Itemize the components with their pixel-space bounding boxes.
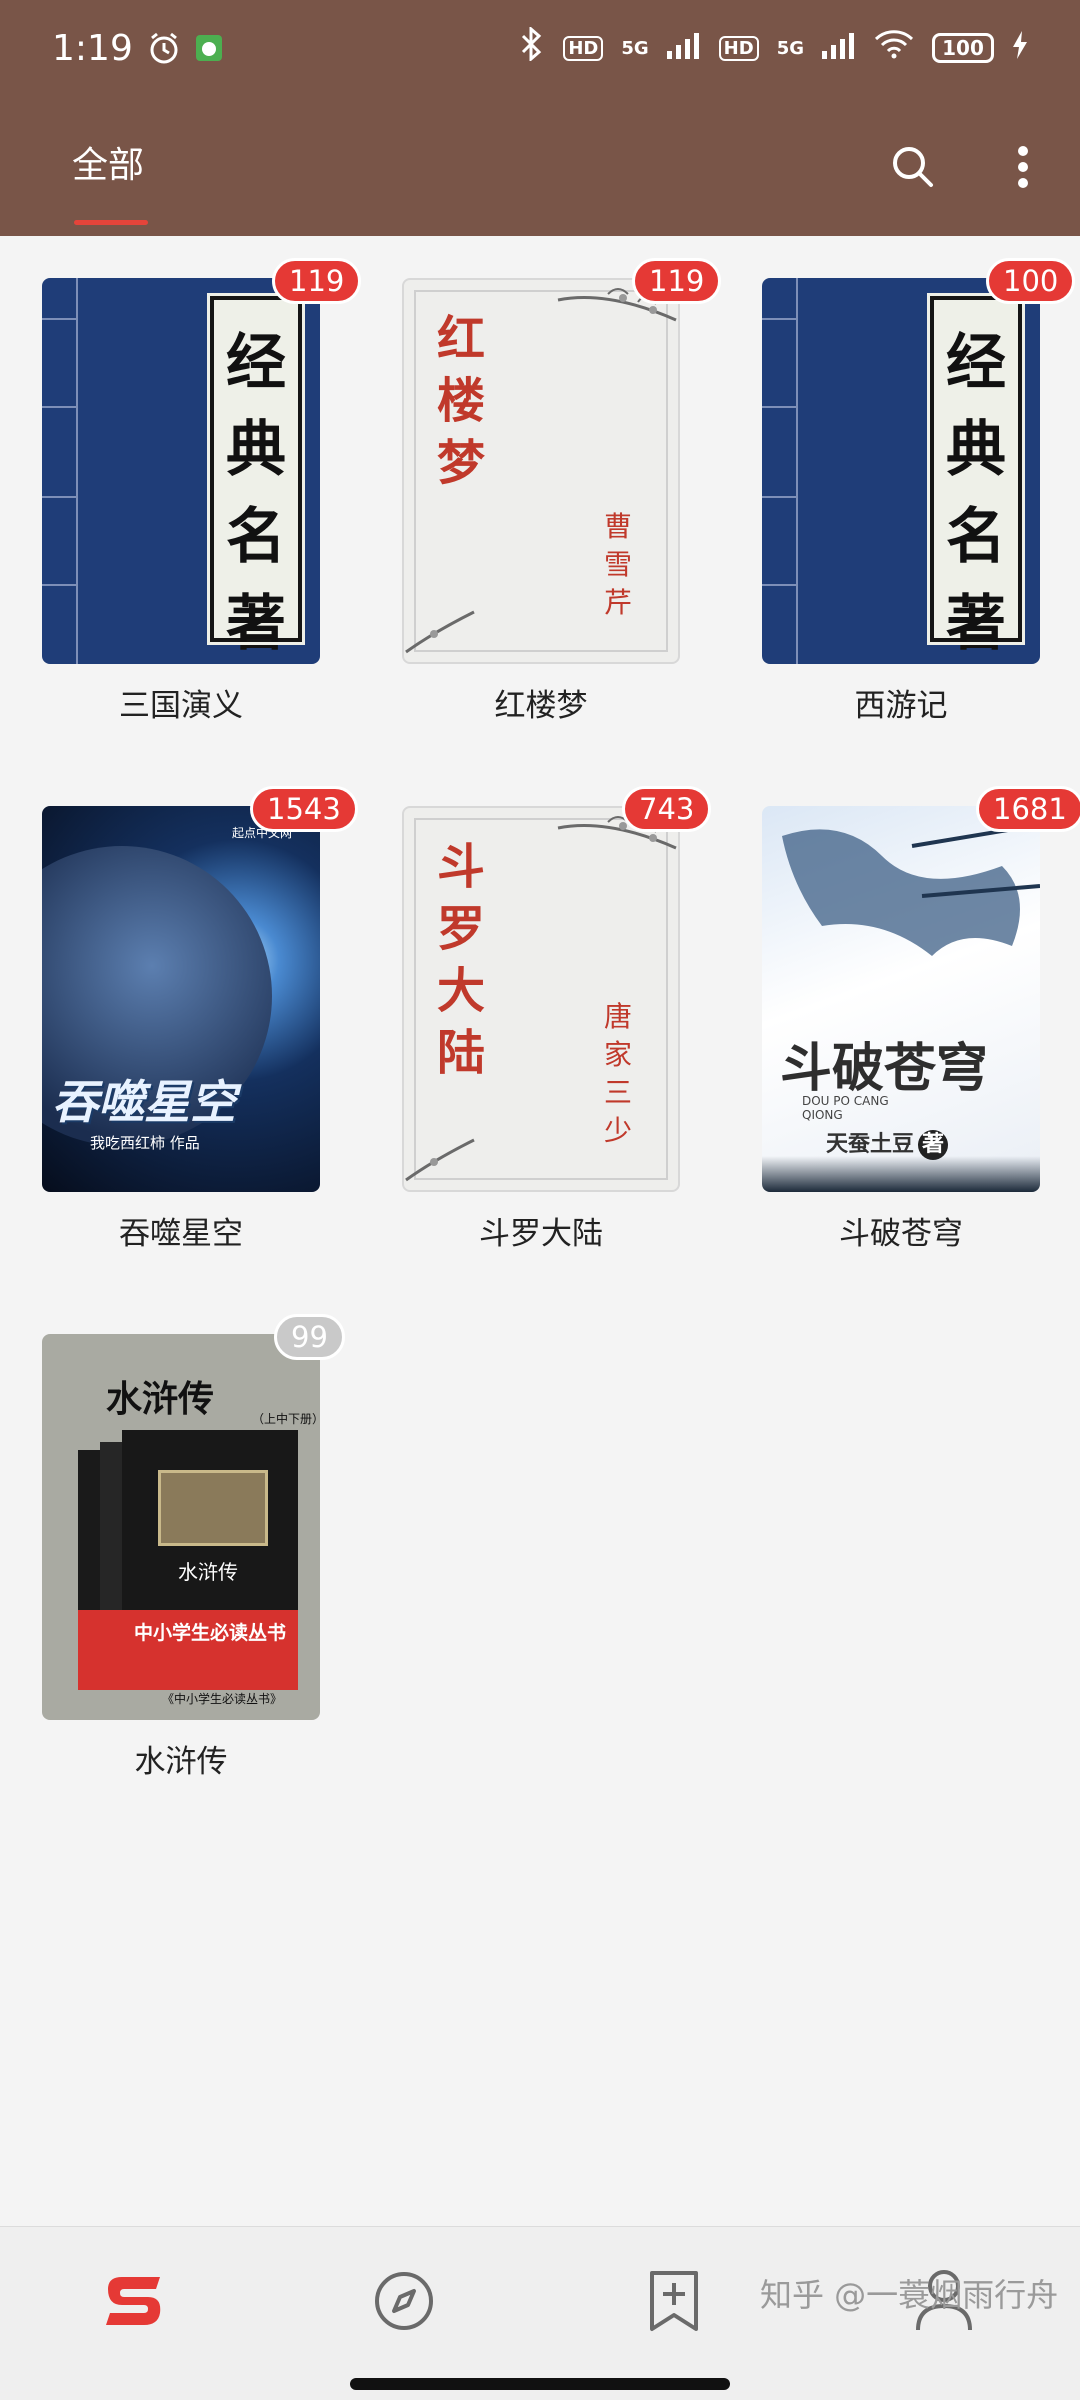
book-box-graphic: 水浒传 中小学生必读丛书 [78, 1430, 298, 1690]
book-item[interactable]: 斗破苍穹 DOU PO CANG QIONG 天蚕土豆著 1681 斗破苍穹 [762, 786, 1080, 1252]
cover-label: 经 典 名 著 [207, 293, 305, 659]
unread-count-badge: 1681 [976, 786, 1080, 832]
status-bar: 1:19 HD 5G HD 5G 100 [0, 0, 1080, 96]
book-cover[interactable]: 起点中文网 吞噬星空 我吃西红柿 作品 [42, 806, 320, 1192]
status-right: HD 5G HD 5G 100 [519, 25, 1028, 70]
wechat-icon [195, 34, 223, 62]
book-cover[interactable]: 经 典 名 著 [762, 278, 1040, 664]
signal-icon [666, 28, 701, 68]
cover-author: 天蚕土豆著 [826, 1126, 949, 1160]
dragon-graphic [782, 824, 1040, 956]
book-cover[interactable]: 红 楼 梦 曹 雪 芹 [402, 278, 680, 664]
cover-label: 经 典 名 著 [927, 293, 1025, 659]
compass-icon[interactable] [364, 2261, 444, 2341]
book-item[interactable]: 经 典 名 著 119 三国演义 [42, 258, 362, 724]
cover-pinyin: DOU PO CANG QIONG [802, 1094, 889, 1122]
cover-title: 水浒传 [106, 1378, 215, 1420]
book-title: 吞噬星空 [119, 1216, 243, 1252]
book-title: 水浒传 [134, 1744, 228, 1780]
network-type-2: 5G [776, 37, 804, 59]
book-cover[interactable]: 斗破苍穹 DOU PO CANG QIONG 天蚕土豆著 [762, 806, 1040, 1192]
cover-banner: 中小学生必读丛书 [134, 1622, 287, 1644]
app-header: 1:19 HD 5G HD 5G 100 全部 [0, 0, 1080, 236]
search-icon[interactable] [878, 132, 948, 202]
wifi-icon [874, 28, 914, 68]
cover-footer: 《中小学生必读丛书》 [162, 1692, 283, 1706]
book-item[interactable]: 起点中文网 吞噬星空 我吃西红柿 作品 1543 吞噬星空 [42, 786, 358, 1252]
cover-author: 我吃西红柿 作品 [90, 1134, 200, 1152]
bookshelf-icon[interactable] [94, 2261, 174, 2341]
unread-count-badge: 99 [274, 1314, 345, 1360]
cover-subtitle: （上中下册） [252, 1412, 320, 1426]
status-time: 1:19 [52, 27, 133, 69]
more-vertical-icon[interactable] [988, 132, 1058, 202]
unread-count-badge: 743 [622, 786, 712, 832]
book-title: 红楼梦 [494, 688, 588, 724]
battery-icon: 100 [932, 33, 994, 63]
book-cover[interactable]: 斗 罗 大 陆 唐 家 三 少 [402, 806, 680, 1192]
book-item[interactable]: 经 典 名 著 100 西游记 [762, 258, 1076, 724]
alarm-icon [147, 31, 181, 65]
cover-spine [42, 278, 78, 664]
book-title: 西游记 [854, 688, 948, 724]
book-item[interactable]: 红 楼 梦 曹 雪 芹 119 红楼梦 [402, 258, 722, 724]
tab-all[interactable]: 全部 [72, 136, 144, 188]
book-title: 斗罗大陆 [479, 1216, 603, 1252]
unread-count-badge: 100 [986, 258, 1076, 304]
toolbar: 全部 [0, 112, 1080, 236]
cover-author: 曹 雪 芹 [603, 510, 632, 619]
cover-title: 斗破苍穹 [780, 1038, 989, 1099]
cover-title: 斗 罗 大 陆 [436, 839, 485, 1081]
bookmark-add-icon[interactable] [634, 2261, 714, 2341]
unread-count-badge: 119 [272, 258, 362, 304]
book-title: 三国演义 [119, 688, 243, 724]
unread-count-badge: 1543 [250, 786, 358, 832]
bluetooth-icon [519, 25, 545, 70]
cover-title: 红 楼 梦 [436, 311, 485, 491]
book-item[interactable]: 水浒传 （上中下册） 水浒传 中小学生必读丛书 《中小学生必读丛书》 99 水浒… [42, 1314, 345, 1780]
branch-decoration [405, 610, 475, 654]
home-indicator[interactable] [350, 2378, 730, 2390]
book-item[interactable]: 斗 罗 大 陆 唐 家 三 少 743 斗罗大陆 [402, 786, 712, 1252]
cover-title: 吞噬星空 [52, 1075, 236, 1129]
unread-count-badge: 119 [632, 258, 722, 304]
cover-author: 唐 家 三 少 [603, 1000, 632, 1147]
tab-indicator [74, 220, 148, 225]
cover-spine [762, 278, 798, 664]
hd-indicator-2: HD [718, 35, 759, 61]
branch-decoration [405, 1138, 475, 1182]
book-cover[interactable]: 水浒传 （上中下册） 水浒传 中小学生必读丛书 《中小学生必读丛书》 [42, 1334, 320, 1720]
watermark: 知乎 @一蓑烟雨行舟 [760, 2276, 1059, 2314]
network-type-1: 5G [621, 37, 649, 59]
signal-icon-2 [822, 28, 856, 68]
hd-indicator-1: HD [563, 35, 604, 61]
book-title: 斗破苍穹 [839, 1216, 963, 1252]
charging-icon [1012, 28, 1028, 68]
book-cover[interactable]: 经 典 名 著 [42, 278, 320, 664]
